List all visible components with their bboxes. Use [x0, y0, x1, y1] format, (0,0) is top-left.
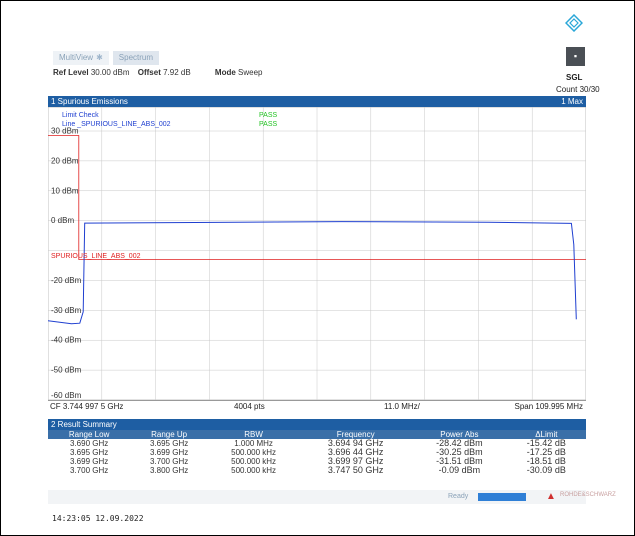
table-row: 3.699 GHz 3.700 GHz 500.000 kHz 3.699 97…: [48, 457, 586, 467]
limit-check-title-status: PASS: [259, 112, 277, 119]
cell-range-up: 3.800 GHz: [149, 466, 189, 475]
tab-label: MultiView: [59, 53, 94, 62]
tab-star-icon: ✱: [96, 53, 103, 62]
y-tick-label: -60 dBm: [51, 391, 82, 400]
cell-range-up: 3.700 GHz: [149, 457, 189, 466]
measurement-params: Ref Level 30.00 dBm Offset 7.92 dB Mode …: [53, 68, 269, 77]
col-rbw: RBW: [207, 430, 300, 439]
table-row: 3.695 GHz 3.699 GHz 500.000 kHz 3.696 44…: [48, 448, 586, 458]
freq-per-division: 11.0 MHz/: [384, 402, 420, 411]
offset-label: Offset: [137, 68, 161, 77]
col-range-up: Range Up: [130, 430, 208, 439]
cell-rbw: 500.000 kHz: [231, 466, 277, 475]
y-tick-label: 0 dBm: [51, 216, 74, 225]
sweep-points: 4004 pts: [234, 402, 265, 411]
cell-rbw: 500.000 kHz: [231, 448, 277, 457]
ready-status: Ready: [448, 493, 469, 500]
panel-title: 1 Spurious Emissions: [51, 97, 128, 106]
limit-line-label: SPURIOUS_LINE_ABS_002: [51, 253, 141, 260]
plot-bottom-labels: CF 3.744 997 5 GHz 4004 pts 11.0 MHz/ Sp…: [48, 400, 586, 412]
cell-range-low: 3.699 GHz: [70, 457, 109, 466]
cell-rbw: 500.000 kHz: [231, 457, 277, 466]
table-row: 3.690 GHz 3.695 GHz 1.000 MHz 3.694 94 G…: [48, 439, 586, 449]
warning-icon[interactable]: ▲: [546, 491, 556, 502]
status-bar: Ready ▲ ROHDE&SCHWARZ: [48, 490, 616, 504]
view-tabs: MultiView ✱ Spectrum: [53, 51, 160, 65]
cell-delta-limit: -30.09 dB: [526, 465, 566, 475]
brand-logo: ROHDE&SCHWARZ: [560, 492, 616, 498]
tab-label: Spectrum: [118, 53, 154, 62]
tab-spectrum[interactable]: Spectrum: [112, 51, 160, 65]
mode-value: Sweep: [238, 68, 263, 77]
table-header-row: Range Low Range Up RBW Frequency Power A…: [48, 430, 586, 439]
cell-range-up: 3.699 GHz: [149, 448, 189, 457]
mode-label: Mode: [214, 68, 236, 77]
limit-check-title: Limit Check: [62, 112, 99, 119]
spectrum-plot[interactable]: 30 dBm20 dBm10 dBm0 dBm-20 dBm-30 dBm-40…: [48, 107, 586, 400]
ref-level-label: Ref Level: [53, 68, 89, 77]
y-tick-label: -20 dBm: [51, 276, 82, 285]
y-tick-label: 20 dBm: [51, 156, 79, 165]
cell-power-abs: -0.09 dBm: [438, 465, 481, 475]
y-tick-label: 10 dBm: [51, 186, 79, 195]
cell-rbw: 1.000 MHz: [234, 439, 273, 448]
progress-bar: [478, 493, 526, 501]
limit-check-line-status: PASS: [259, 121, 277, 128]
offset-value: 7.92 dB: [163, 68, 191, 77]
ref-level-value: 30.00 dBm: [90, 68, 130, 77]
center-frequency: CF 3.744 997 5 GHz: [50, 402, 124, 411]
timestamp: 14:23:05 12.09.2022: [52, 514, 144, 523]
sgl-indicator: SGL: [566, 73, 583, 82]
result-summary-table: Range Low Range Up RBW Frequency Power A…: [48, 430, 586, 475]
cell-range-low: 3.700 GHz: [70, 466, 109, 475]
spurious-panel-header: 1 Spurious Emissions 1 Max: [48, 96, 586, 107]
trace-mode: 1 Max: [561, 97, 583, 106]
span: Span 109.995 MHz: [514, 402, 584, 411]
y-tick-label: -50 dBm: [51, 366, 82, 375]
result-summary-header: 2 Result Summary: [48, 419, 586, 430]
cell-frequency: 3.747 50 GHz: [327, 465, 384, 475]
y-tick-label: -30 dBm: [51, 306, 82, 315]
limit-check-line: Line _SPURIOUS_LINE_ABS_002: [62, 121, 171, 128]
rohde-schwarz-logo-icon: [565, 14, 583, 32]
cell-range-low: 3.690 GHz: [70, 439, 109, 448]
cell-range-low: 3.695 GHz: [70, 448, 109, 457]
tab-multiview[interactable]: MultiView ✱: [53, 51, 109, 65]
sweep-count: Count 30/30: [556, 85, 600, 94]
menu-button[interactable]: ▪: [566, 47, 585, 66]
table-row: 3.700 GHz 3.800 GHz 500.000 kHz 3.747 50…: [48, 465, 586, 476]
col-range-low: Range Low: [48, 430, 131, 439]
y-tick-label: -40 dBm: [51, 336, 82, 345]
cell-range-up: 3.695 GHz: [149, 439, 189, 448]
